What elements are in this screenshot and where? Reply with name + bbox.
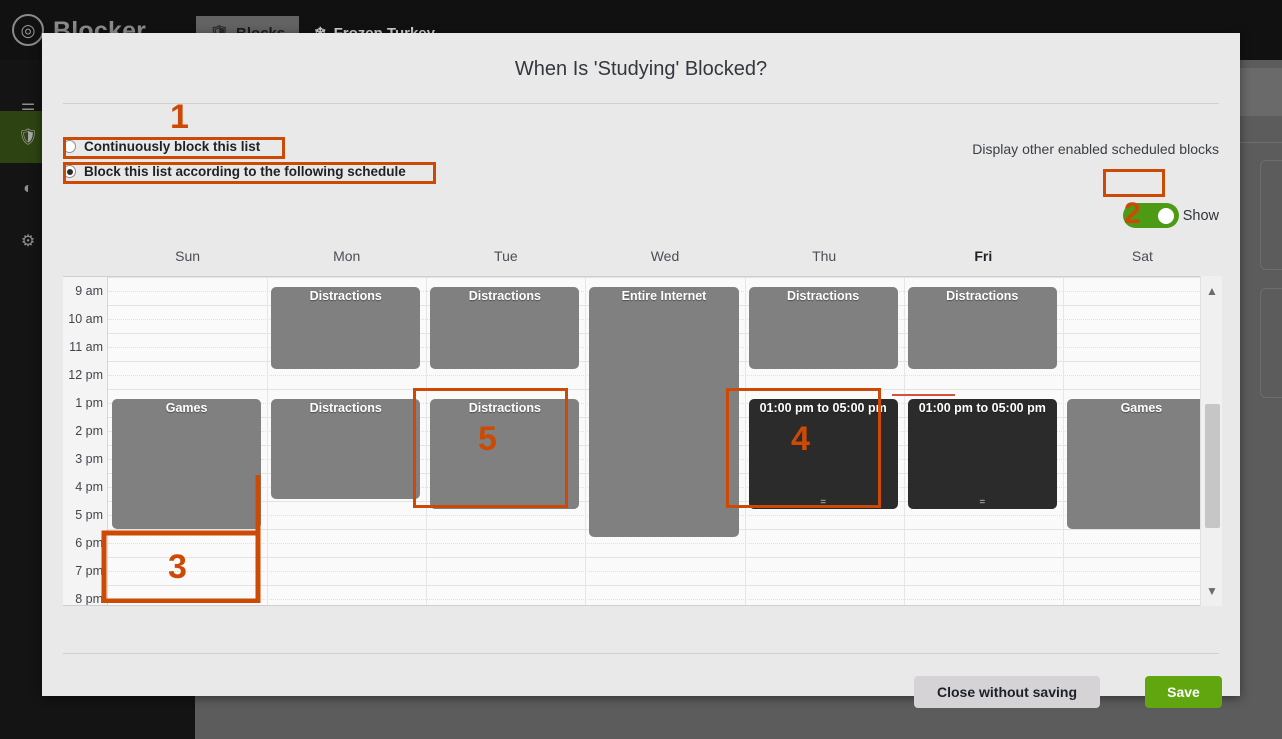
background-card xyxy=(1260,160,1282,270)
calendar-event[interactable]: Distractions xyxy=(271,287,420,369)
calendar-event[interactable]: 01:00 pm to 05:00 pm = xyxy=(749,399,898,509)
schedule-dialog: When Is 'Studying' Blocked? Continuously… xyxy=(42,33,1240,696)
half-hour-gridline xyxy=(108,599,1222,600)
hour-gridline xyxy=(108,557,1222,558)
day-column-divider xyxy=(745,277,746,606)
resize-handle-icon[interactable]: = xyxy=(749,500,898,506)
hour-label: 9 am xyxy=(75,285,103,297)
calendar-day-header-sun: Sun xyxy=(108,248,267,264)
calendar-event-label: Distractions xyxy=(908,287,1057,303)
schedule-calendar: SunMonTueWedThuFriSat 9 am 10 am 11 am 12 p… xyxy=(63,243,1222,638)
day-column-divider xyxy=(267,277,268,606)
calendar-scrollbar[interactable]: ▲ ▼ xyxy=(1200,276,1222,606)
calendar-event-label: 01:00 pm to 05:00 pm xyxy=(908,399,1057,415)
chevron-up-icon[interactable]: ▲ xyxy=(1201,280,1223,302)
background-card xyxy=(1260,288,1282,398)
calendar-event-label: Entire Internet xyxy=(589,287,738,303)
hour-gridline xyxy=(108,277,1222,278)
radio-block-by-schedule-label: Block this list according to the followi… xyxy=(84,164,406,179)
hour-label: 6 pm xyxy=(75,537,103,549)
calendar-event[interactable]: 01:00 pm to 05:00 pm = xyxy=(908,399,1057,509)
calendar-event[interactable]: Distractions xyxy=(271,399,420,499)
annotation-number-4: 4 xyxy=(791,420,810,459)
calendar-event-label: Distractions xyxy=(430,399,579,415)
hour-label: 3 pm xyxy=(75,453,103,465)
calendar-event[interactable]: Games xyxy=(1067,399,1216,529)
chevron-down-icon[interactable]: ▼ xyxy=(1201,580,1223,602)
current-time-indicator xyxy=(892,394,956,396)
hour-label: 4 pm xyxy=(75,481,103,493)
save-button[interactable]: Save xyxy=(1145,676,1222,708)
half-hour-gridline xyxy=(108,543,1222,544)
calendar-event[interactable]: Games xyxy=(112,399,261,529)
radio-continuously-block[interactable]: Continuously block this list xyxy=(63,139,260,154)
dialog-title: When Is 'Studying' Blocked? xyxy=(42,58,1240,81)
show-toggle-label: Show xyxy=(1183,208,1219,224)
annotation-number-2: 2 xyxy=(1124,197,1141,231)
radio-block-by-schedule[interactable]: Block this list according to the followi… xyxy=(63,164,406,179)
calendar-time-gutter: 9 am 10 am 11 am 12 pm 1 pm 2 pm 3 pm 4 pm 5 pm 6… xyxy=(63,277,108,606)
calendar-event-label: Distractions xyxy=(749,287,898,303)
hour-label: 8 pm xyxy=(75,593,103,605)
divider xyxy=(63,103,1219,104)
calendar-day-header-fri: Fri xyxy=(904,248,1063,264)
day-column-divider xyxy=(426,277,427,606)
calendar-event-label: Distractions xyxy=(271,399,420,415)
calendar-event[interactable]: Distractions xyxy=(749,287,898,369)
calendar-event[interactable]: Distractions xyxy=(430,399,579,509)
gears-icon: ⚙ xyxy=(21,231,35,251)
close-without-saving-button[interactable]: Close without saving xyxy=(914,676,1100,708)
calendar-event-label: Distractions xyxy=(430,287,579,303)
divider xyxy=(63,653,1219,654)
resize-handle-icon[interactable]: = xyxy=(908,500,1057,506)
annotation-number-5: 5 xyxy=(478,420,497,459)
calendar-grid[interactable]: 9 am 10 am 11 am 12 pm 1 pm 2 pm 3 pm 4 pm 5 pm 6… xyxy=(63,276,1222,606)
radio-continuously-block-label: Continuously block this list xyxy=(84,139,260,154)
calendar-day-header-mon: Mon xyxy=(267,248,426,264)
calendar-event-label: Distractions xyxy=(271,287,420,303)
shield-icon: 🛡 xyxy=(18,127,38,147)
day-column-divider xyxy=(585,277,586,606)
display-other-blocks-label: Display other enabled scheduled blocks xyxy=(972,141,1219,157)
calendar-day-header: SunMonTueWedThuFriSat xyxy=(63,243,1222,276)
day-column-divider xyxy=(1063,277,1064,606)
hour-label: 5 pm xyxy=(75,509,103,521)
hour-label: 7 pm xyxy=(75,565,103,577)
calendar-event-label: 01:00 pm to 05:00 pm xyxy=(749,399,898,415)
scrollbar-thumb[interactable] xyxy=(1205,404,1220,528)
calendar-day-header-sat: Sat xyxy=(1063,248,1222,264)
hour-label: 11 am xyxy=(69,341,103,353)
hour-label: 10 am xyxy=(68,313,103,325)
calendar-event-label: Games xyxy=(1067,399,1216,415)
half-hour-gridline xyxy=(108,571,1222,572)
calendar-day-header-tue: Tue xyxy=(426,248,585,264)
hour-label: 12 pm xyxy=(68,369,103,381)
calendar-event[interactable]: Distractions xyxy=(430,287,579,369)
pie-chart-icon: ◐ xyxy=(23,180,33,198)
calendar-event[interactable]: Distractions xyxy=(908,287,1057,369)
calendar-event[interactable]: Entire Internet xyxy=(589,287,738,537)
calendar-day-header-thu: Thu xyxy=(745,248,904,264)
hour-gridline xyxy=(108,585,1222,586)
radio-button-selected-icon[interactable] xyxy=(63,165,76,178)
day-column-divider xyxy=(904,277,905,606)
annotation-number-3: 3 xyxy=(168,548,187,587)
annotation-number-1: 1 xyxy=(170,98,189,137)
calendar-day-header-wed: Wed xyxy=(585,248,744,264)
calendar-event-label: Games xyxy=(112,399,261,415)
hour-label: 1 pm xyxy=(75,397,103,409)
hour-label: 2 pm xyxy=(75,425,103,437)
radio-button-icon[interactable] xyxy=(63,140,76,153)
badge-circle-icon: ◎ xyxy=(12,14,44,46)
